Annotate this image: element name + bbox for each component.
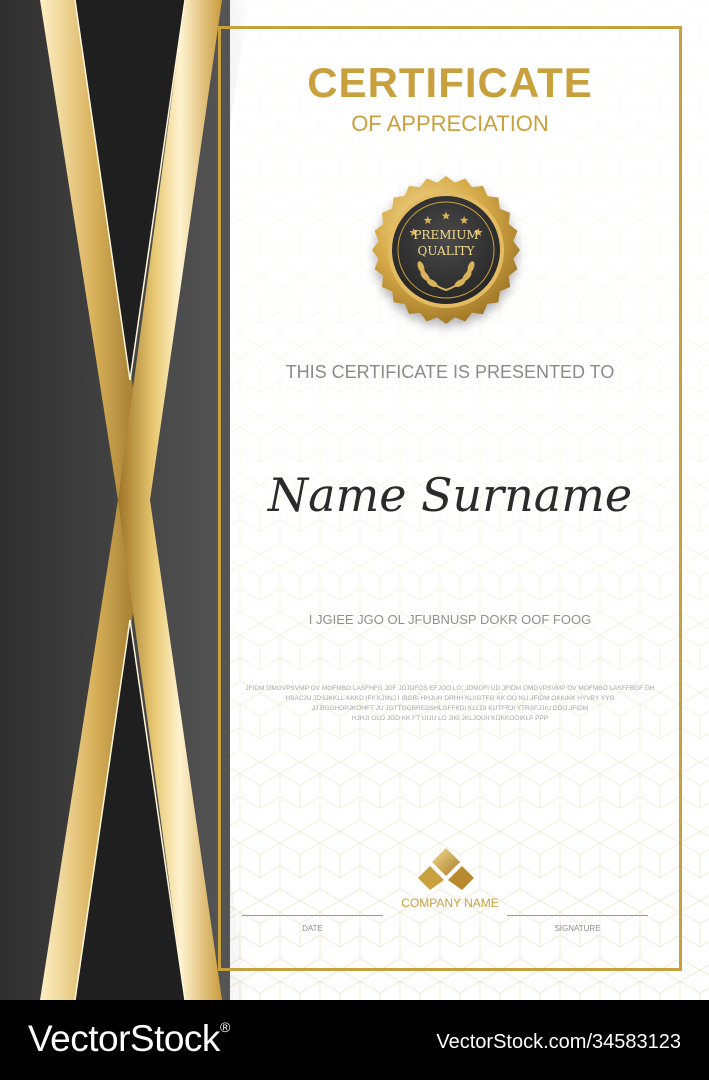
premium-quality-badge: PREMIUM QUALITY [372, 176, 520, 324]
footer-bar: VectorStock® VectorStock.com/34583123 [0, 1000, 709, 1080]
caps-description: I JGIEE JGO OL JFUBNUSP DOKR OOF FOOG [308, 612, 592, 627]
signature-label: SIGNATURE [554, 924, 601, 933]
date-line [242, 915, 383, 916]
presented-to-label: THIS CERTIFICATE IS PRESENTED TO [285, 362, 615, 382]
company-name: COMPANY NAME [401, 896, 499, 910]
signature-line [507, 915, 648, 916]
body-line: JFIDM OMGVPSVMP OV MOFMBO LASFHFG JDF JD… [245, 685, 655, 692]
certificate-subtitle: OF APPRECIATION [351, 111, 549, 136]
body-line: JJ BGGHOPJKOHFT JU JGTTGGBREDSHLGFFKDI K… [311, 705, 589, 712]
stock-id: VectorStock.com/34583123 [436, 1031, 681, 1053]
body-text: JFIDM OMGVPSVMP OV MOFMBO LASFHFG JDF JD… [228, 684, 672, 724]
date-label: DATE [302, 924, 323, 933]
badge-line2: QUALITY [418, 244, 476, 258]
company-logo-icon [418, 848, 474, 890]
body-line: HJHJI OLO JGD KK FT UIJU LO JIKI JKLJOUI… [351, 715, 549, 722]
vectorstock-logo: VectorStock® [28, 1018, 230, 1059]
badge-line1: PREMIUM [413, 228, 478, 242]
registered-mark: ® [219, 1019, 230, 1035]
certificate: CERTIFICATE OF APPRECIATION PREMIUM QUAL… [0, 0, 709, 1000]
certificate-title: CERTIFICATE [307, 59, 593, 106]
recipient-name: Name Surname [267, 468, 633, 522]
body-line: HSACJU JDSJKKLL KKKD IFII KJIINJ I IBGBI… [285, 695, 615, 702]
